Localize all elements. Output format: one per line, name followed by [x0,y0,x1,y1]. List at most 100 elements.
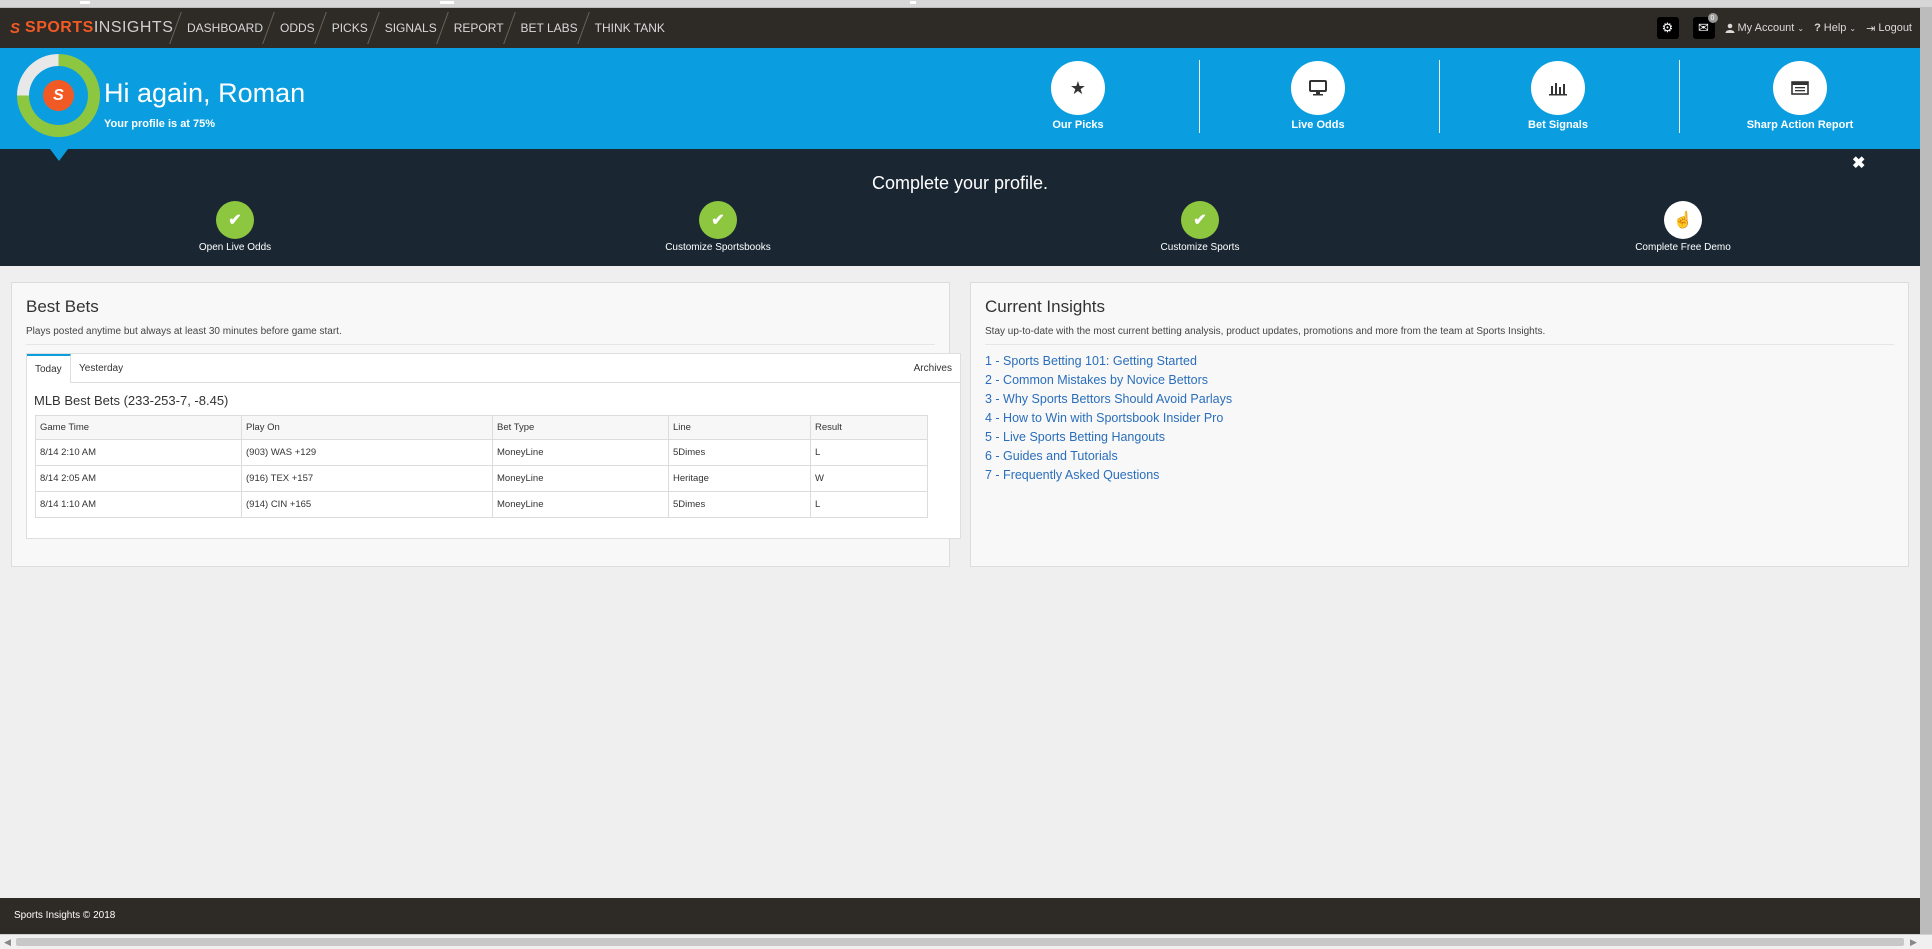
quick-link-label: Live Odds [1291,119,1345,131]
insight-link[interactable]: 2 - Common Mistakes by Novice Bettors [985,371,1232,390]
profile-step-complete-free-demo[interactable]: ☝ Complete Free Demo [1583,201,1783,253]
quick-link-label: Our Picks [1052,119,1104,131]
browser-top-strip [0,0,1932,8]
column-header: Bet Type [492,415,669,440]
hero-pointer-arrow [50,149,68,161]
complete-profile-heading: Complete your profile. [871,173,1049,193]
check-icon: ✔ [699,201,737,239]
horizontal-scrollbar[interactable]: ◀ ▶ [0,934,1932,949]
insight-link[interactable]: 4 - How to Win with Sportsbook Insider P… [985,409,1232,428]
complete-profile-band: ✖ Complete your profile. ✔ Open Live Odd… [0,149,1920,266]
insight-link[interactable]: 6 - Guides and Tutorials [985,447,1232,466]
hand-pointer-icon: ☝ [1664,201,1702,239]
column-header: Result [810,415,928,440]
insight-links-list: 1 - Sports Betting 101: Getting Started … [985,352,1232,485]
quick-link-bet-signals[interactable]: Bet Signals [1438,48,1678,149]
cell-play-on: (903) WAS +129 [241,439,493,466]
page-footer: Sports Insights © 2018 [0,898,1920,934]
cell-game-time: 8/14 1:10 AM [35,491,242,518]
logo-mark-icon: S [43,80,74,111]
cell-bet-type: MoneyLine [492,465,669,492]
tab-today[interactable]: Today [27,354,71,383]
messages-button[interactable]: ✉ 0 [1692,13,1718,39]
bar-chart-icon [1531,61,1585,115]
quick-link-our-picks[interactable]: ★ Our Picks [958,48,1198,149]
nav-utility: ⚙ ✉ 0 My Account ⌄ ? Help ⌄ ⇥ Logout [1656,8,1912,48]
my-account-menu[interactable]: My Account ⌄ [1725,22,1805,34]
mlb-best-bets-title: MLB Best Bets (233-253-7, -8.45) [34,393,229,408]
main-nav: DASHBOARD ODDS PICKS SIGNALS REPORT BET … [178,8,673,48]
table-row: 8/14 2:05 AM (916) TEX +157 MoneyLine He… [35,465,928,492]
nav-dashboard[interactable]: DASHBOARD [178,8,271,48]
archives-link[interactable]: Archives [906,354,960,383]
current-insights-panel: Current Insights Stay up-to-date with th… [970,282,1909,567]
insight-link[interactable]: 3 - Why Sports Bettors Should Avoid Parl… [985,390,1232,409]
nav-report[interactable]: REPORT [445,8,512,48]
current-insights-title: Current Insights [985,297,1105,316]
scrollbar-thumb[interactable] [16,938,1904,946]
table-row: 8/14 1:10 AM (914) CIN +165 MoneyLine 5D… [35,491,928,518]
help-menu[interactable]: ? Help ⌄ [1814,22,1856,34]
close-icon[interactable]: ✖ [1852,153,1865,173]
logout-icon: ⇥ [1866,22,1876,35]
best-bets-tabs: Today Yesterday Archives [26,353,961,383]
best-bets-description: Plays posted anytime but always at least… [26,326,342,337]
cell-line: 5Dimes [668,491,811,518]
tab-yesterday[interactable]: Yesterday [71,354,131,383]
quick-link-label: Bet Signals [1528,119,1588,131]
settings-button[interactable]: ⚙ [1656,17,1679,39]
logout-link[interactable]: ⇥ Logout [1866,22,1912,35]
cell-result: L [810,439,928,466]
column-header: Line [668,415,811,440]
profile-step-open-live-odds[interactable]: ✔ Open Live Odds [135,201,335,253]
profile-step-customize-sports[interactable]: ✔ Customize Sports [1100,201,1300,253]
insight-link[interactable]: 1 - Sports Betting 101: Getting Started [985,352,1232,371]
welcome-hero: S Hi again, Roman Your profile is at 75%… [0,48,1920,149]
check-icon: ✔ [216,201,254,239]
nav-signals[interactable]: SIGNALS [376,8,445,48]
cell-play-on: (914) CIN +165 [241,491,493,518]
gear-icon: ⚙ [1661,20,1674,35]
cell-result: W [810,465,928,492]
vertical-scrollbar[interactable] [1920,8,1932,934]
scroll-right-icon[interactable]: ▶ [1910,937,1917,948]
chevron-down-icon: ⌄ [1797,23,1805,33]
insight-link[interactable]: 7 - Frequently Asked Questions [985,466,1232,485]
profile-progress-ring: S [17,54,100,137]
cell-line: Heritage [668,465,811,492]
cell-line: 5Dimes [668,439,811,466]
best-bets-table: Game Time Play On Bet Type Line Result 8… [35,415,928,518]
nav-think-tank[interactable]: THINK TANK [586,8,673,48]
insight-link[interactable]: 5 - Live Sports Betting Hangouts [985,428,1232,447]
cell-bet-type: MoneyLine [492,439,669,466]
table-row: 8/14 2:10 AM (903) WAS +129 MoneyLine 5D… [35,439,928,466]
brand-name-part1: SPORTS [25,19,94,36]
quick-link-live-odds[interactable]: Live Odds [1198,48,1438,149]
brand-name-part2: INSIGHTS [93,19,174,36]
envelope-icon: ✉ [1698,20,1709,35]
help-label: Help [1823,22,1847,34]
column-header: Game Time [35,415,242,440]
current-insights-description: Stay up-to-date with the most current be… [985,326,1546,337]
column-header: Play On [241,415,493,440]
monitor-icon [1291,61,1345,115]
quick-link-sharp-action-report[interactable]: Sharp Action Report [1680,48,1920,149]
step-label: Open Live Odds [198,242,272,253]
profile-status-text: Your profile is at 75% [104,118,216,130]
chevron-down-icon: ⌄ [1849,23,1857,33]
best-bets-tab-content: MLB Best Bets (233-253-7, -8.45) Game Ti… [26,383,961,539]
step-label: Customize Sportsbooks [665,242,771,253]
cell-bet-type: MoneyLine [492,491,669,518]
cell-play-on: (916) TEX +157 [241,465,493,492]
nav-bet-labs[interactable]: BET LABS [512,8,586,48]
step-label: Complete Free Demo [1635,242,1731,253]
logo-mark-icon: S [10,19,21,37]
profile-step-customize-sportsbooks[interactable]: ✔ Customize Sportsbooks [618,201,818,253]
divider [985,344,1894,345]
scroll-left-icon[interactable]: ◀ [4,937,11,948]
cell-game-time: 8/14 2:10 AM [35,439,242,466]
mail-count-badge: 0 [1707,13,1718,23]
step-label: Customize Sports [1160,242,1240,253]
question-icon: ? [1814,22,1821,34]
brand-logo[interactable]: S SPORTS INSIGHTS [10,19,173,37]
